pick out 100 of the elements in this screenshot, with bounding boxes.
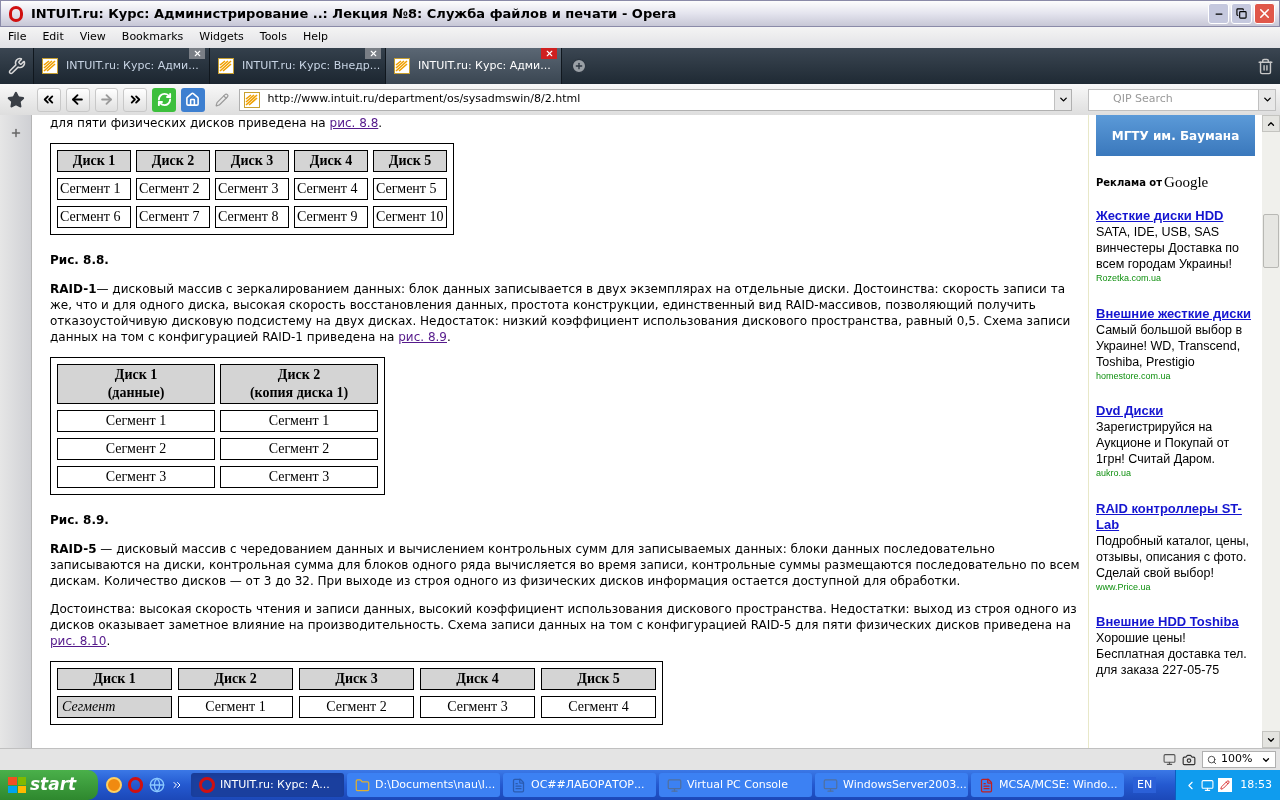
ad-url-link[interactable]: Rozetka.com.ua <box>1096 272 1255 286</box>
taskbar-button[interactable]: MCSA/MCSE: Windo... <box>971 773 1124 797</box>
figure-link[interactable]: рис. 8.9 <box>398 330 447 344</box>
table-header-cell: Диск 4 <box>294 150 368 172</box>
wrench-icon[interactable] <box>7 57 26 75</box>
ad-banner[interactable]: МГТУ им. Баумана <box>1096 115 1255 156</box>
table-cell: Сегмент 6 <box>57 206 131 228</box>
minimize-button[interactable] <box>1208 3 1229 24</box>
scrollbar[interactable] <box>1262 115 1280 748</box>
scroll-up-icon[interactable] <box>1262 115 1280 132</box>
plus-icon[interactable] <box>570 58 587 74</box>
table-cell: Сегмент 3 <box>220 466 378 488</box>
ads-label: Реклама от <box>1096 176 1163 190</box>
menu-item[interactable]: Widgets <box>191 29 252 46</box>
taskbar-button[interactable]: Virtual PC Console <box>659 773 812 797</box>
camera-icon[interactable] <box>1182 752 1196 767</box>
page-favicon-icon <box>394 58 410 74</box>
globe-icon[interactable] <box>149 777 165 793</box>
close-tab-icon[interactable] <box>541 48 557 59</box>
ad-title-link[interactable]: Жесткие диски HDD <box>1096 208 1255 224</box>
document-icon <box>511 777 526 793</box>
network-icon[interactable] <box>1201 778 1215 792</box>
table-header-cell: Диск 1 <box>57 150 131 172</box>
trash-icon[interactable] <box>1256 57 1274 75</box>
table-cell: Сегмент 3 <box>215 178 289 200</box>
add-panel-icon[interactable] <box>9 127 22 139</box>
more-icon[interactable] <box>171 779 183 791</box>
table-cell: Сегмент 10 <box>373 206 447 228</box>
taskbar-button[interactable]: WindowsServer2003... <box>815 773 968 797</box>
table-header-cell: Диск 1 (данные) <box>57 364 215 404</box>
menu-item[interactable]: Tools <box>251 29 295 46</box>
back-button[interactable] <box>65 87 90 112</box>
search-field[interactable]: QIP Search <box>1088 88 1276 111</box>
ad-title-link[interactable]: Dvd Диски <box>1096 403 1255 419</box>
restore-button[interactable] <box>1231 3 1252 24</box>
ad-title-link[interactable]: Внешние жесткие диски <box>1096 305 1255 322</box>
fast-forward-button[interactable] <box>123 87 148 112</box>
table-cell: Сегмент 7 <box>136 206 210 228</box>
article-paragraph: RAID-1— дисковый массив с зеркалированием данных: блок данных записывается в двух экземплярах на отдельные диски. Достоинства: скорость записи та же, что и для одного диска, высокая скорость восстановления данных, простота конструкции, единственный вид RAID-массивов, позволяющий получить отказоустойчивую дисковую подсистему на двух дисках. Недостаток: низкий коэффициент использования дискового пространства, равный 0,5. Схема записи данных на том с конфигурацией RAID-1 приведена на рис. 8.9. <box>50 281 1072 345</box>
table-cell: Сегмент <box>57 696 172 718</box>
document-icon <box>979 777 994 793</box>
table-cell: Сегмент 4 <box>294 178 368 200</box>
browser-tab[interactable]: INTUIT.ru: Курс: Адми... <box>385 48 561 84</box>
table-header-cell: Диск 3 <box>215 150 289 172</box>
ad-title-link[interactable]: Внешние HDD Toshiba <box>1096 614 1255 630</box>
table-header-cell: Диск 2 (копия диска 1) <box>220 364 378 404</box>
close-tab-icon[interactable] <box>189 48 205 59</box>
page-favicon-icon <box>218 58 234 74</box>
tray-app-icon[interactable] <box>1218 778 1233 792</box>
page-favicon-icon <box>243 91 260 108</box>
table-header-cell: Диск 4 <box>420 668 535 690</box>
table-cell: Сегмент 1 <box>57 410 215 432</box>
menu-item[interactable]: Edit <box>34 29 72 46</box>
table-cell: Сегмент 2 <box>220 438 378 460</box>
taskbar-button[interactable]: INTUIT.ru: Курс: А... <box>191 773 344 797</box>
right-arrow-icon[interactable] <box>98 92 114 107</box>
table-cell: Сегмент 3 <box>57 466 215 488</box>
taskbar-button[interactable]: ОС##ЛАБОРАТОР... <box>503 773 656 797</box>
ad-url-link[interactable]: www.Price.ua <box>1096 580 1255 594</box>
bookmark-star-icon[interactable] <box>7 90 25 109</box>
figure-caption: Рис. 8.9. <box>50 512 110 529</box>
taskbar-button[interactable]: D:\Documents\nau\l... <box>347 773 500 797</box>
ad-description: Хорошие цены! Бесплатная доставка тел. для заказа 227-05-75 <box>1096 630 1248 678</box>
menu-item[interactable]: View <box>71 29 114 46</box>
language-indicator[interactable]: EN <box>1133 776 1157 794</box>
table-cell: Сегмент 2 <box>57 438 215 460</box>
ad-url-link[interactable]: homestore.com.ua <box>1096 369 1255 383</box>
table-header-cell: Диск 5 <box>373 150 447 172</box>
quick-launch-icon[interactable] <box>106 777 122 793</box>
home-icon[interactable] <box>185 92 201 107</box>
ad-url-link[interactable]: aukro.ua <box>1096 467 1255 481</box>
search-icon[interactable] <box>1207 754 1217 765</box>
table-header-cell: Диск 3 <box>299 668 414 690</box>
address-field[interactable]: http://www.intuit.ru/department/os/sysadmswin/8/2.html <box>238 88 1073 111</box>
browser-icon <box>199 777 215 793</box>
zoom-control[interactable]: 100% <box>1202 751 1276 768</box>
close-tab-icon[interactable] <box>365 48 381 59</box>
table-cell: Сегмент 1 <box>178 696 293 718</box>
ad-title-link[interactable]: RAID контроллеры ST-Lab <box>1096 500 1255 533</box>
scroll-thumb[interactable] <box>1263 214 1279 268</box>
table-cell: Сегмент 9 <box>294 206 368 228</box>
menu-item[interactable]: Bookmarks <box>113 29 192 46</box>
rewind-button[interactable] <box>36 87 61 112</box>
browser-tab[interactable]: INTUIT.ru: Курс: Внедр... <box>209 48 385 84</box>
page-favicon-icon <box>42 58 58 74</box>
home-button[interactable] <box>181 87 205 112</box>
menu-item[interactable]: File <box>0 29 35 46</box>
search-input[interactable]: QIP Search <box>1089 91 1258 108</box>
table-cell: Сегмент 2 <box>136 178 210 200</box>
table-header-cell: Диск 2 <box>178 668 293 690</box>
ad-description: Подробный каталог, цены, отзывы, описания с фото. Сделай свой выбор! <box>1096 532 1250 581</box>
scroll-down-icon[interactable] <box>1262 731 1280 748</box>
table-header-cell: Диск 2 <box>136 150 210 172</box>
table-cell: Сегмент 5 <box>373 178 447 200</box>
monitor-icon <box>667 777 682 793</box>
restore-icon[interactable] <box>1236 8 1247 19</box>
menu-item[interactable]: Help <box>294 29 336 46</box>
browser-tab[interactable]: INTUIT.ru: Курс: Адми... <box>33 48 209 84</box>
google-logo: Google <box>1164 175 1209 190</box>
clock: 18:53 <box>1240 776 1272 793</box>
